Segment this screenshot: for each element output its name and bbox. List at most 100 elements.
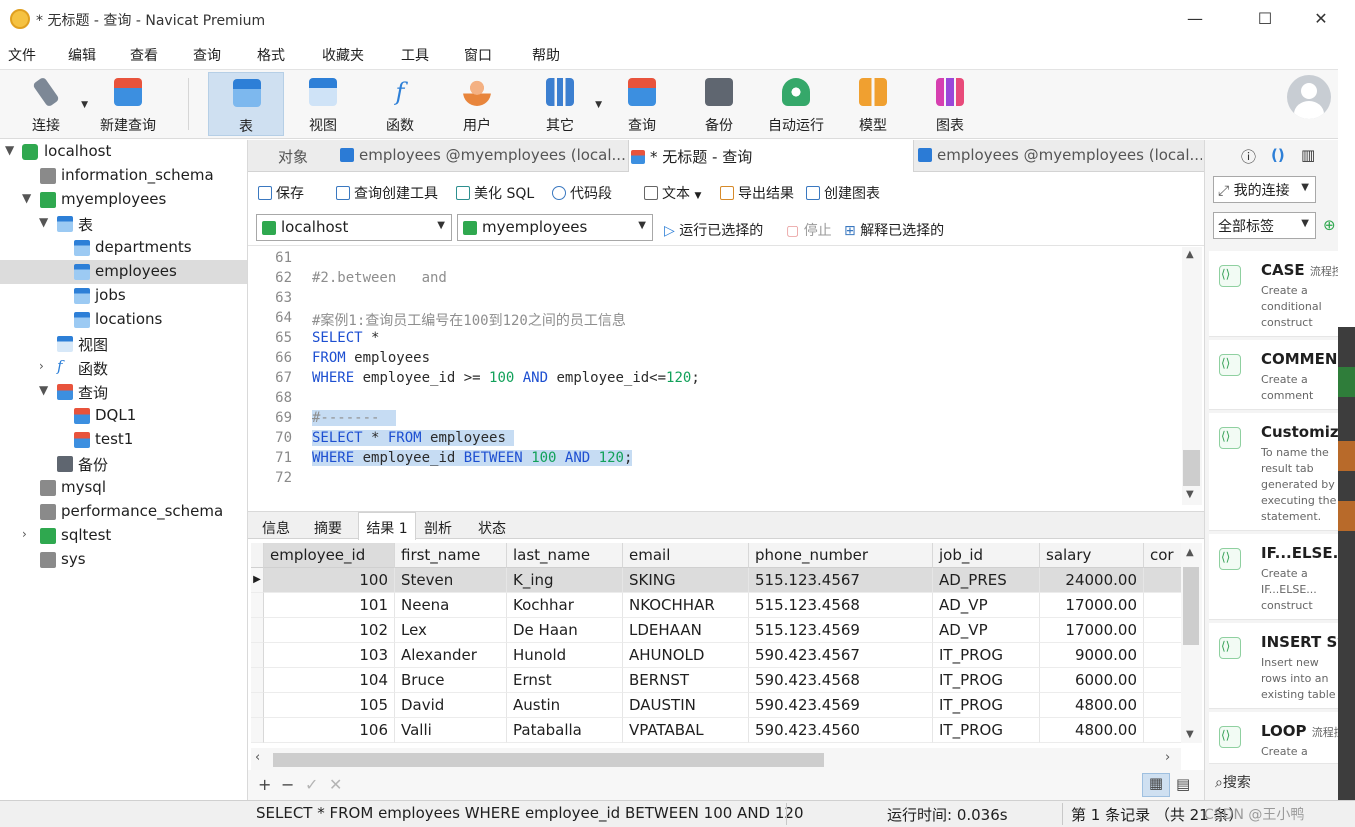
- explain-selected-button[interactable]: ⊞ 解释已选择的: [844, 220, 944, 240]
- column-header[interactable]: salary: [1040, 543, 1144, 568]
- snippet-search[interactable]: ⌕搜索: [1215, 772, 1251, 792]
- table-cell[interactable]: Pataballa: [507, 718, 623, 743]
- table-cell[interactable]: Kochhar: [507, 593, 623, 618]
- chevron-up-icon[interactable]: ▲: [1186, 249, 1194, 260]
- run-selected-button[interactable]: ▷ 运行已选择的: [664, 220, 763, 240]
- grid-horizontal-scrollbar[interactable]: ‹ ›: [251, 748, 1181, 770]
- row-marker[interactable]: [251, 593, 264, 618]
- table-cell[interactable]: BERNST: [623, 668, 749, 693]
- result-grid[interactable]: employee_id first_name last_name email p…: [251, 543, 1181, 743]
- snippet-item[interactable]: CASE 流程控 Create a conditional construct: [1209, 251, 1338, 337]
- menu-tools[interactable]: 工具: [401, 45, 429, 65]
- tab-info[interactable]: 信息: [252, 515, 300, 540]
- new-query-button[interactable]: 新建查询: [90, 72, 166, 136]
- snippet-item[interactable]: IF...ELSE... Create a IF...ELSE... const…: [1209, 534, 1338, 620]
- table-cell[interactable]: Alexander: [395, 643, 507, 668]
- table-cell[interactable]: AD_VP: [933, 618, 1040, 643]
- table-cell[interactable]: 103: [264, 643, 395, 668]
- tab-profile[interactable]: 剖析: [414, 515, 462, 540]
- table-cell[interactable]: IT_PROG: [933, 718, 1040, 743]
- column-header[interactable]: cor: [1144, 543, 1181, 568]
- tree-node-queries[interactable]: ▼ 查询: [0, 380, 247, 404]
- tree-node-sys[interactable]: sys: [0, 548, 247, 572]
- menu-query[interactable]: 查询: [193, 45, 221, 65]
- sql-editor[interactable]: 61 62 63 64 65 66 67 68 69 70 71 72 #2.b…: [248, 247, 1182, 505]
- row-marker[interactable]: [251, 693, 264, 718]
- tree-node-jobs[interactable]: jobs: [0, 284, 247, 308]
- column-header[interactable]: email: [623, 543, 749, 568]
- table-cell[interactable]: 106: [264, 718, 395, 743]
- table-cell[interactable]: [1144, 643, 1181, 668]
- tree-node-localhost[interactable]: ▼ localhost: [0, 140, 247, 164]
- table-cell[interactable]: SKING: [623, 568, 749, 593]
- table-cell[interactable]: AD_PRES: [933, 568, 1040, 593]
- snippet-panel-icon[interactable]: (): [1271, 146, 1285, 164]
- table-cell[interactable]: [1144, 593, 1181, 618]
- maximize-button[interactable]: ☐: [1242, 6, 1288, 32]
- tree-node-test1[interactable]: test1: [0, 428, 247, 452]
- table-cell[interactable]: 4800.00: [1040, 693, 1144, 718]
- table-cell[interactable]: 17000.00: [1040, 618, 1144, 643]
- column-header[interactable]: phone_number: [749, 543, 933, 568]
- table-cell[interactable]: 515.123.4569: [749, 618, 933, 643]
- column-header[interactable]: last_name: [507, 543, 623, 568]
- menu-edit[interactable]: 编辑: [68, 45, 96, 65]
- column-header[interactable]: employee_id: [264, 543, 395, 568]
- row-marker[interactable]: [251, 668, 264, 693]
- table-cell[interactable]: 4800.00: [1040, 718, 1144, 743]
- chevron-down-icon[interactable]: ▼: [1186, 489, 1194, 500]
- chevron-down-icon[interactable]: ▼: [39, 215, 48, 229]
- row-marker[interactable]: [251, 618, 264, 643]
- table-cell[interactable]: De Haan: [507, 618, 623, 643]
- tab-result-1[interactable]: 结果 1: [358, 512, 416, 540]
- tree-node-functions[interactable]: › f 函数: [0, 356, 247, 380]
- menu-help[interactable]: 帮助: [532, 45, 560, 65]
- table-cell[interactable]: IT_PROG: [933, 693, 1040, 718]
- snippet-button[interactable]: 代码段: [552, 183, 612, 203]
- connection-select[interactable]: localhost ▼: [256, 214, 452, 241]
- chevron-down-icon[interactable]: ▼: [22, 191, 31, 205]
- tree-node-myemployees[interactable]: ▼ myemployees: [0, 188, 247, 212]
- table-cell[interactable]: Lex: [395, 618, 507, 643]
- export-result-button[interactable]: 导出结果: [720, 183, 794, 203]
- discard-changes-button[interactable]: ✕: [329, 775, 342, 794]
- query-button[interactable]: 查询: [604, 72, 680, 136]
- row-marker[interactable]: [251, 643, 264, 668]
- chevron-right-icon[interactable]: ›: [1165, 750, 1170, 765]
- chevron-up-icon[interactable]: ▲: [1186, 547, 1194, 558]
- row-marker[interactable]: [251, 718, 264, 743]
- snippet-item[interactable]: COMMEN Create a comment: [1209, 340, 1338, 410]
- column-header[interactable]: job_id: [933, 543, 1040, 568]
- chevron-down-icon[interactable]: ▼: [1186, 729, 1194, 740]
- table-cell[interactable]: K_ing: [507, 568, 623, 593]
- minimize-button[interactable]: —: [1172, 6, 1218, 32]
- tab-untitled-query[interactable]: * 无标题 - 查询: [628, 140, 914, 173]
- table-cell[interactable]: 104: [264, 668, 395, 693]
- column-header[interactable]: first_name: [395, 543, 507, 568]
- scrollbar-thumb[interactable]: [1183, 450, 1200, 486]
- tree-node-backups[interactable]: 备份: [0, 452, 247, 476]
- table-cell[interactable]: AD_VP: [933, 593, 1040, 618]
- tree-node-information-schema[interactable]: information_schema: [0, 164, 247, 188]
- menu-file[interactable]: 文件: [8, 45, 36, 65]
- editor-scrollbar[interactable]: ▲ ▼: [1182, 247, 1202, 505]
- tree-node-sqltest[interactable]: › sqltest: [0, 524, 247, 548]
- backup-button[interactable]: 备份: [681, 72, 757, 136]
- tree-node-employees[interactable]: employees: [0, 260, 247, 284]
- tab-summary[interactable]: 摘要: [304, 515, 352, 540]
- table-cell[interactable]: 101: [264, 593, 395, 618]
- database-select[interactable]: myemployees ▼: [457, 214, 653, 241]
- add-row-button[interactable]: +: [258, 775, 271, 794]
- table-cell[interactable]: 9000.00: [1040, 643, 1144, 668]
- stop-button[interactable]: ▢ 停止: [786, 220, 832, 240]
- menu-window[interactable]: 窗口: [464, 45, 492, 65]
- table-cell[interactable]: Steven: [395, 568, 507, 593]
- table-cell[interactable]: Austin: [507, 693, 623, 718]
- table-cell[interactable]: Valli: [395, 718, 507, 743]
- apply-changes-button[interactable]: ✓: [305, 775, 318, 794]
- table-cell[interactable]: 6000.00: [1040, 668, 1144, 693]
- tree-node-dql1[interactable]: DQL1: [0, 404, 247, 428]
- chevron-down-icon[interactable]: ▼: [39, 383, 48, 397]
- create-chart-button[interactable]: 创建图表: [806, 183, 880, 203]
- tab-status[interactable]: 状态: [468, 515, 516, 540]
